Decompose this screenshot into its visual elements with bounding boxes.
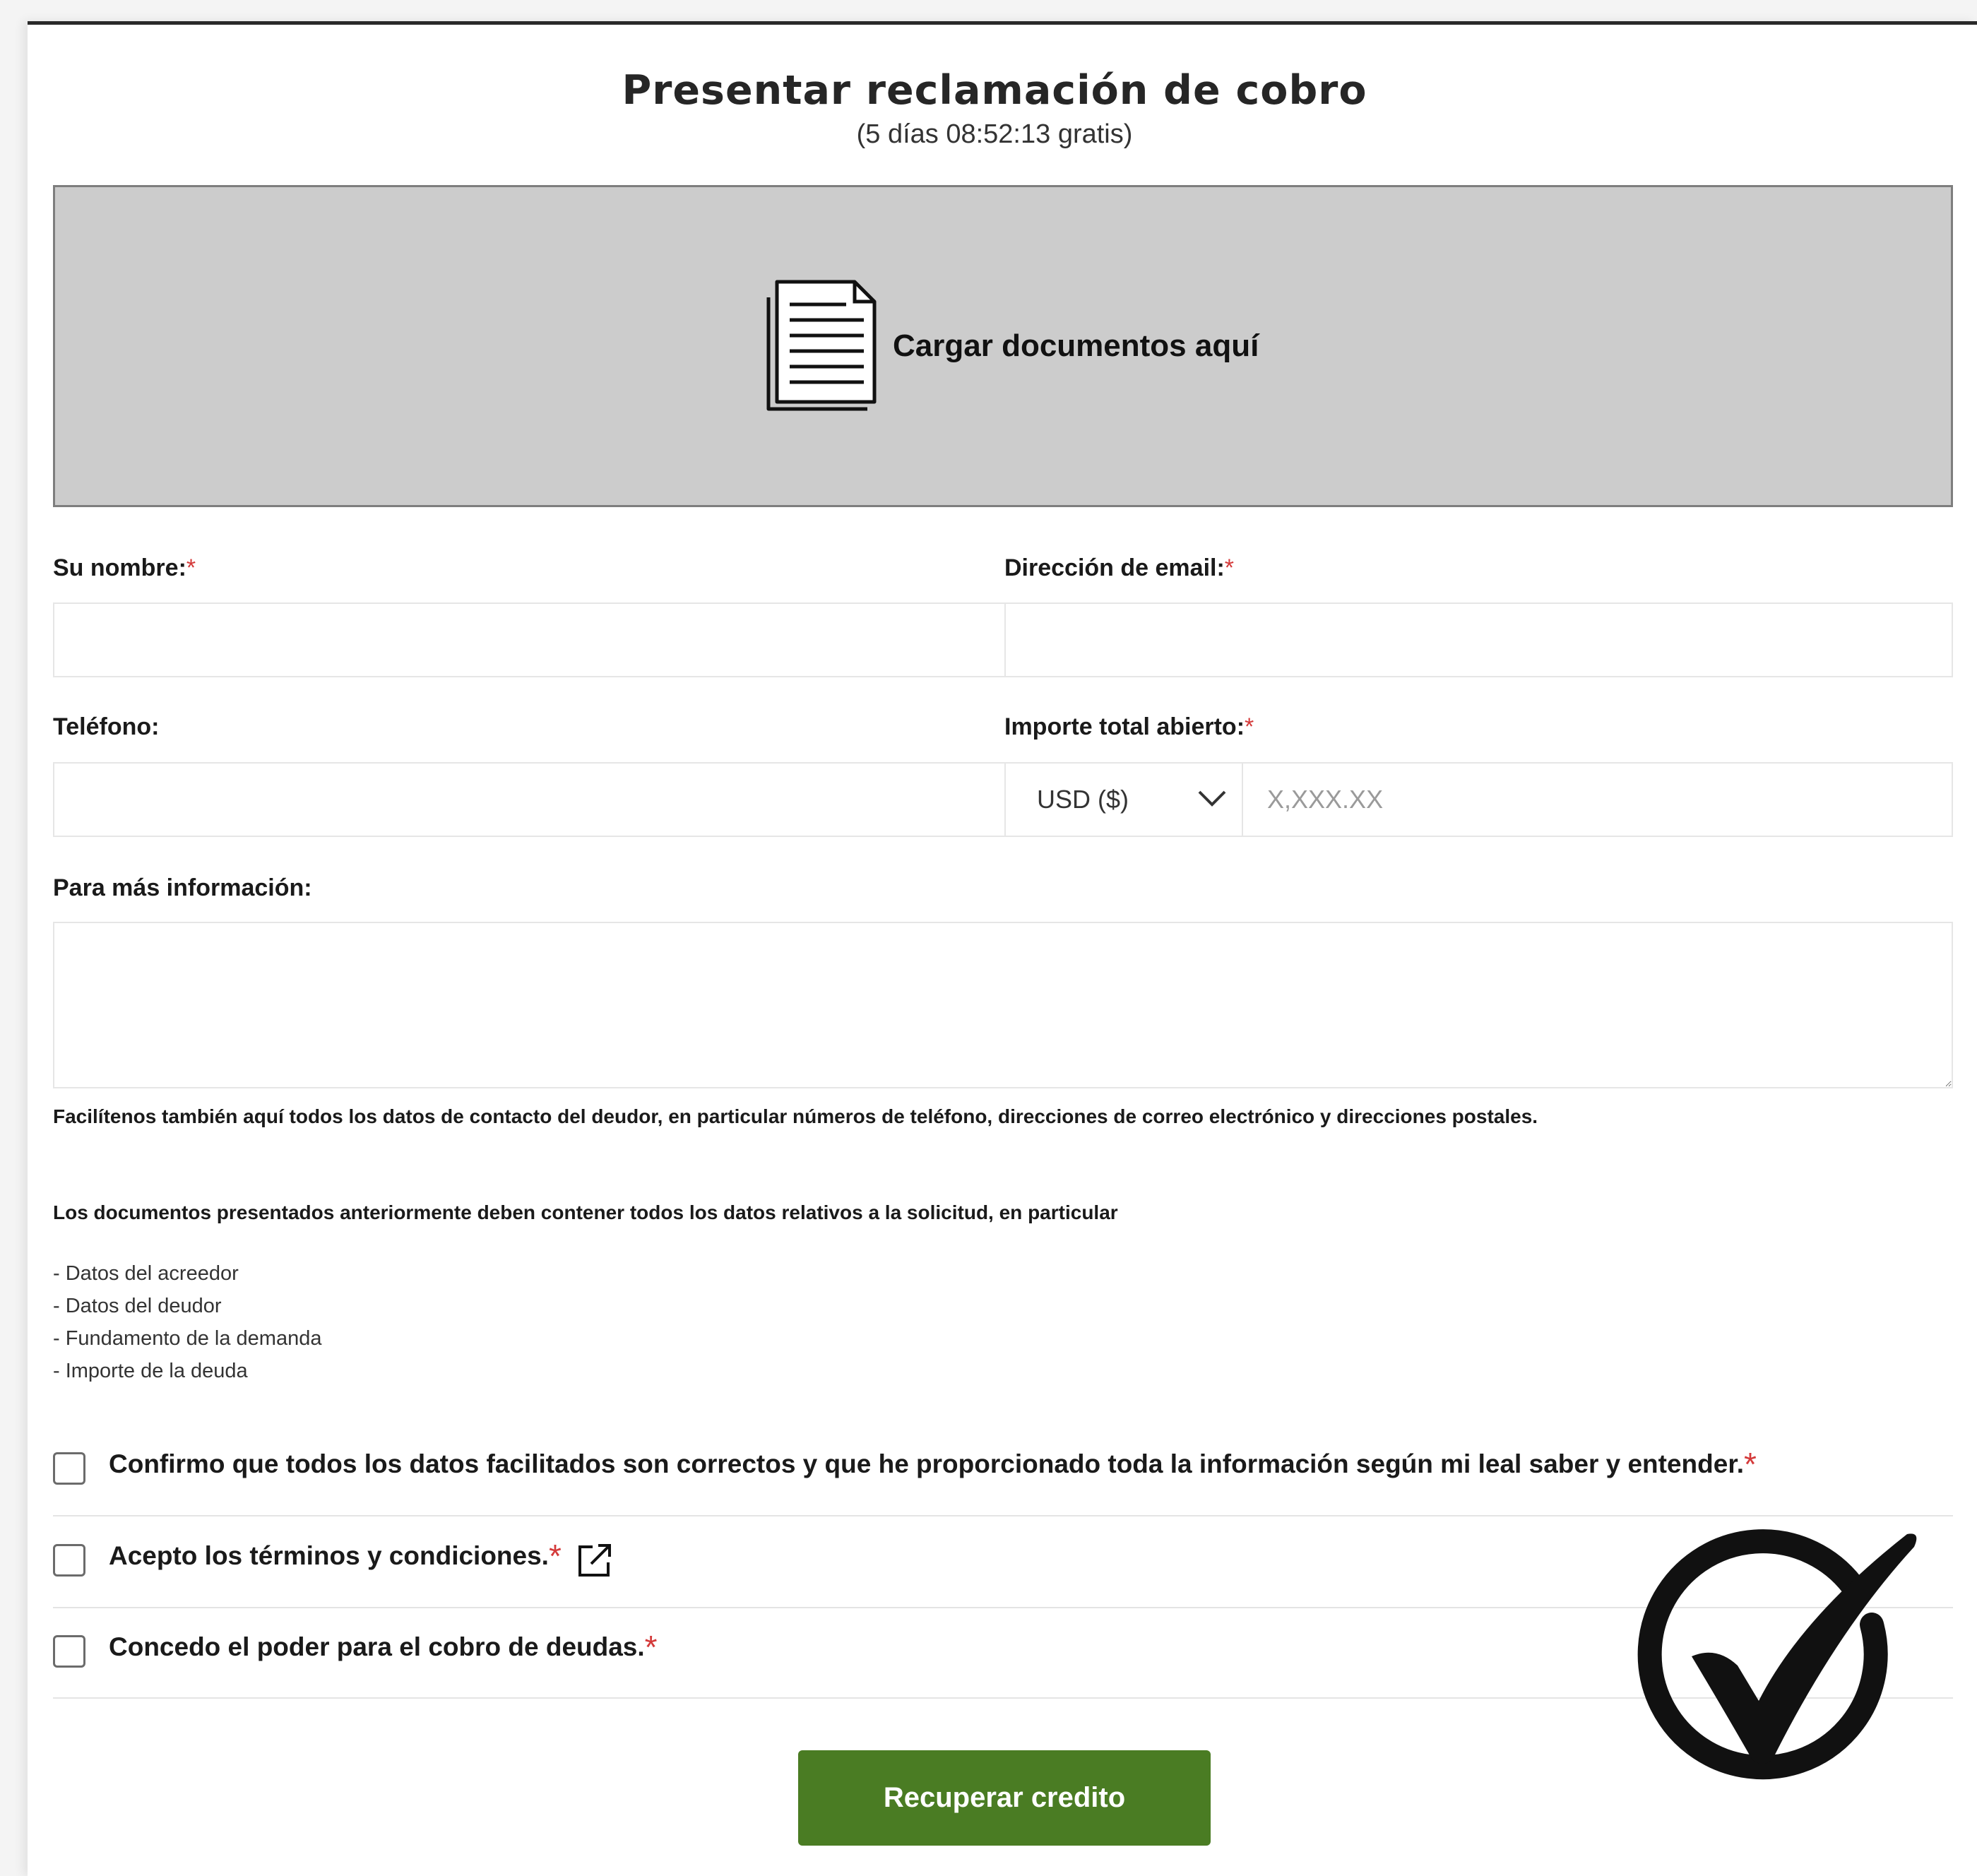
amount-placeholder: X,XXX.XX: [1267, 785, 1384, 814]
terms-checkbox[interactable]: [53, 1544, 85, 1577]
info-textarea[interactable]: [53, 922, 1953, 1088]
divider: [53, 1515, 1953, 1516]
name-input[interactable]: [54, 604, 1004, 676]
submit-button[interactable]: Recuperar credito: [798, 1750, 1211, 1846]
document-upload-dropzone[interactable]: Cargar documentos aquí: [53, 185, 1953, 507]
upload-label: Cargar documentos aquí: [893, 328, 1259, 363]
phone-field[interactable]: [53, 762, 1006, 837]
required-asterisk: *: [548, 1538, 562, 1574]
confirm-data-label: Confirmo que todos los datos facilitados…: [109, 1446, 1757, 1488]
name-label: Su nombre:*: [53, 554, 196, 582]
debt-power-label: Concedo el poder para el cobro de deudas…: [109, 1629, 658, 1670]
amount-field[interactable]: X,XXX.XX: [1242, 762, 1953, 837]
email-field[interactable]: [1004, 602, 1953, 677]
currency-value: USD ($): [1037, 785, 1129, 814]
info-label: Para más información:: [53, 874, 312, 901]
checkmark-badge-icon: [1637, 1529, 1917, 1780]
confirm-data-checkbox[interactable]: [53, 1452, 85, 1485]
required-documents-list: - Datos del acreedor - Datos del deudor …: [53, 1257, 321, 1387]
required-asterisk: *: [1224, 554, 1235, 581]
form-header: Presentar reclamación de cobro (5 días 0…: [28, 67, 1977, 150]
document-icon: [766, 280, 877, 411]
amount-label-text: Importe total abierto:: [1004, 713, 1245, 740]
confirm-data-text: Confirmo que todos los datos facilitados…: [109, 1449, 1744, 1478]
terms-label: Acepto los términos y condiciones.*: [109, 1538, 562, 1579]
name-field[interactable]: [53, 602, 1006, 677]
name-label-text: Su nombre:: [53, 554, 186, 581]
chevron-down-icon: [1198, 790, 1226, 807]
free-countdown: (5 días 08:52:13 gratis): [856, 119, 1133, 149]
debt-power-text: Concedo el poder para el cobro de deudas…: [109, 1632, 645, 1661]
currency-select[interactable]: USD ($): [1004, 762, 1243, 837]
phone-input[interactable]: [54, 764, 1004, 836]
email-label-text: Dirección de email:: [1004, 554, 1225, 581]
documents-note: Los documentos presentados anteriormente…: [53, 1201, 1118, 1223]
debt-power-checkbox[interactable]: [53, 1635, 85, 1668]
required-asterisk: *: [1245, 713, 1254, 740]
required-asterisk: *: [644, 1629, 658, 1666]
contact-note: Facilítenos también aquí todos los datos…: [53, 1105, 1538, 1127]
external-link-icon[interactable]: [577, 1543, 612, 1578]
terms-text: Acepto los términos y condiciones.: [109, 1541, 549, 1570]
list-item: - Datos del acreedor: [53, 1262, 239, 1285]
phone-label: Teléfono:: [53, 713, 160, 740]
list-item: - Fundamento de la demanda: [53, 1327, 322, 1350]
email-input[interactable]: [1006, 604, 1952, 676]
amount-label: Importe total abierto:*: [1004, 713, 1254, 741]
list-item: - Datos del deudor: [53, 1295, 222, 1317]
required-asterisk: *: [1743, 1446, 1757, 1483]
page-title: Presentar reclamación de cobro: [622, 67, 1367, 114]
email-label: Dirección de email:*: [1004, 554, 1234, 582]
info-input[interactable]: [54, 923, 1952, 1087]
confirm-data-row[interactable]: Confirmo que todos los datos facilitados…: [53, 1446, 1953, 1488]
list-item: - Importe de la deuda: [53, 1360, 248, 1382]
required-asterisk: *: [186, 554, 196, 581]
top-divider: [28, 21, 1977, 25]
